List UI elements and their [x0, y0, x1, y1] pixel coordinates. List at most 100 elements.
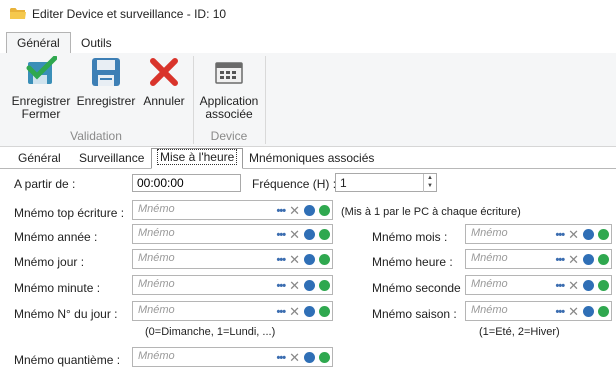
placeholder-text: Mnémo — [138, 252, 175, 264]
ribbon-tab-bar: Général Outils — [0, 29, 616, 54]
floppy-icon — [92, 58, 120, 86]
save-button[interactable]: Enregistrer — [76, 56, 136, 108]
goto-icon[interactable] — [304, 280, 315, 291]
placeholder-text: Mnémo — [138, 227, 175, 239]
save-close-button[interactable]: Enregistrer Fermer — [8, 55, 74, 121]
njour-field[interactable]: Mnémo ••• ✕ — [132, 301, 333, 321]
goto-icon[interactable] — [304, 306, 315, 317]
add-icon[interactable] — [319, 306, 330, 317]
tab-mise-a-l-heure-label: Mise à l'heure — [156, 149, 238, 165]
tab-mise-a-l-heure[interactable]: Mise à l'heure — [151, 148, 244, 169]
browse-icon[interactable]: ••• — [277, 280, 287, 291]
placeholder-text: Mnémo — [138, 304, 175, 316]
goto-icon[interactable] — [583, 306, 594, 317]
save-close-icon — [26, 55, 58, 84]
quantieme-label: Mnémo quantième : — [14, 353, 121, 367]
clear-icon[interactable]: ✕ — [289, 305, 300, 318]
annee-field[interactable]: Mnémo ••• ✕ — [132, 224, 333, 244]
clear-icon[interactable]: ✕ — [568, 279, 579, 292]
ribbon-group-validation-label: Validation — [70, 129, 122, 143]
frequency-stepper[interactable]: 1 ▲ ▼ — [335, 173, 437, 192]
frequency-label: Fréquence (H) : — [252, 177, 337, 191]
associated-app-label-2: associée — [205, 107, 253, 121]
cancel-button[interactable]: Annuler — [140, 56, 188, 108]
njour-hint: (0=Dimanche, 1=Lundi, ...) — [145, 326, 276, 338]
add-icon[interactable] — [598, 254, 609, 265]
start-time-input[interactable] — [132, 174, 241, 192]
browse-icon[interactable]: ••• — [277, 229, 287, 240]
goto-icon[interactable] — [304, 205, 315, 216]
tab-surveillance[interactable]: Surveillance — [73, 150, 150, 167]
goto-icon[interactable] — [583, 254, 594, 265]
frequency-spin[interactable]: ▲ ▼ — [423, 174, 436, 192]
add-icon[interactable] — [598, 306, 609, 317]
clear-icon[interactable]: ✕ — [568, 253, 579, 266]
goto-icon[interactable] — [304, 229, 315, 240]
title-bar: Editer Device et surveillance - ID: 10 — [0, 0, 616, 28]
jour-field[interactable]: Mnémo ••• ✕ — [132, 249, 333, 269]
clear-icon[interactable]: ✕ — [289, 253, 300, 266]
folder-icon — [10, 8, 26, 19]
ribbon-group-device-label: Device — [210, 129, 248, 143]
save-label: Enregistrer — [76, 94, 136, 108]
goto-icon[interactable] — [304, 352, 315, 363]
add-icon[interactable] — [598, 229, 609, 240]
browse-icon[interactable]: ••• — [556, 306, 566, 317]
frequency-value: 1 — [340, 176, 347, 190]
heure-field[interactable]: Mnémo ••• ✕ — [465, 249, 612, 269]
clear-icon[interactable]: ✕ — [289, 228, 300, 241]
mois-label: Mnémo mois : — [372, 230, 448, 244]
add-icon[interactable] — [319, 254, 330, 265]
add-icon[interactable] — [319, 205, 330, 216]
saison-field[interactable]: Mnémo ••• ✕ — [465, 301, 612, 321]
placeholder-text: Mnémo — [471, 304, 508, 316]
start-time-label: A partir de : — [14, 177, 76, 191]
seconde-field[interactable]: Mnémo ••• ✕ — [465, 275, 612, 295]
njour-label: Mnémo N° du jour : — [14, 307, 118, 321]
spin-up-icon[interactable]: ▲ — [424, 174, 436, 182]
top-ecriture-label: Mnémo top écriture : — [14, 206, 125, 220]
placeholder-text: Mnémo — [471, 278, 508, 290]
browse-icon[interactable]: ••• — [277, 254, 287, 265]
clear-icon[interactable]: ✕ — [568, 305, 579, 318]
ribbon-tab-general[interactable]: Général — [6, 32, 71, 54]
browse-icon[interactable]: ••• — [556, 280, 566, 291]
clear-icon[interactable]: ✕ — [289, 279, 300, 292]
quantieme-field[interactable]: Mnémo ••• ✕ — [132, 347, 333, 367]
clear-icon[interactable]: ✕ — [289, 351, 300, 364]
browse-icon[interactable]: ••• — [277, 306, 287, 317]
placeholder-text: Mnémo — [138, 350, 175, 362]
seconde-label: Mnémo seconde : — [372, 281, 468, 295]
ribbon-separator — [265, 56, 266, 144]
goto-icon[interactable] — [583, 229, 594, 240]
app-window-icon — [215, 62, 243, 84]
top-ecriture-field[interactable]: Mnémo ••• ✕ — [132, 200, 333, 220]
add-icon[interactable] — [319, 280, 330, 291]
heure-label: Mnémo heure : — [372, 255, 453, 269]
browse-icon[interactable]: ••• — [556, 254, 566, 265]
add-icon[interactable] — [319, 352, 330, 363]
window-title: Editer Device et surveillance - ID: 10 — [32, 7, 227, 21]
placeholder-text: Mnémo — [138, 203, 175, 215]
add-icon[interactable] — [319, 229, 330, 240]
clear-icon[interactable]: ✕ — [289, 204, 300, 217]
mois-field[interactable]: Mnémo ••• ✕ — [465, 224, 612, 244]
tab-mnemoniques-associes[interactable]: Mnémoniques associés — [243, 150, 380, 167]
minute-field[interactable]: Mnémo ••• ✕ — [132, 275, 333, 295]
browse-icon[interactable]: ••• — [556, 229, 566, 240]
ribbon-tab-outils[interactable]: Outils — [71, 33, 122, 53]
browse-icon[interactable]: ••• — [277, 205, 287, 216]
goto-icon[interactable] — [304, 254, 315, 265]
minute-label: Mnémo minute : — [14, 281, 101, 295]
spin-down-icon[interactable]: ▼ — [424, 182, 436, 190]
browse-icon[interactable]: ••• — [277, 352, 287, 363]
clear-icon[interactable]: ✕ — [568, 228, 579, 241]
associated-app-button[interactable]: Application associée — [198, 56, 260, 121]
cancel-label: Annuler — [143, 94, 185, 108]
add-icon[interactable] — [598, 280, 609, 291]
tab-general[interactable]: Général — [12, 150, 67, 167]
ribbon-panel: Enregistrer Fermer Enregistrer Annuler V… — [0, 53, 616, 147]
jour-label: Mnémo jour : — [14, 255, 85, 269]
goto-icon[interactable] — [583, 280, 594, 291]
annee-label: Mnémo année : — [14, 230, 98, 244]
